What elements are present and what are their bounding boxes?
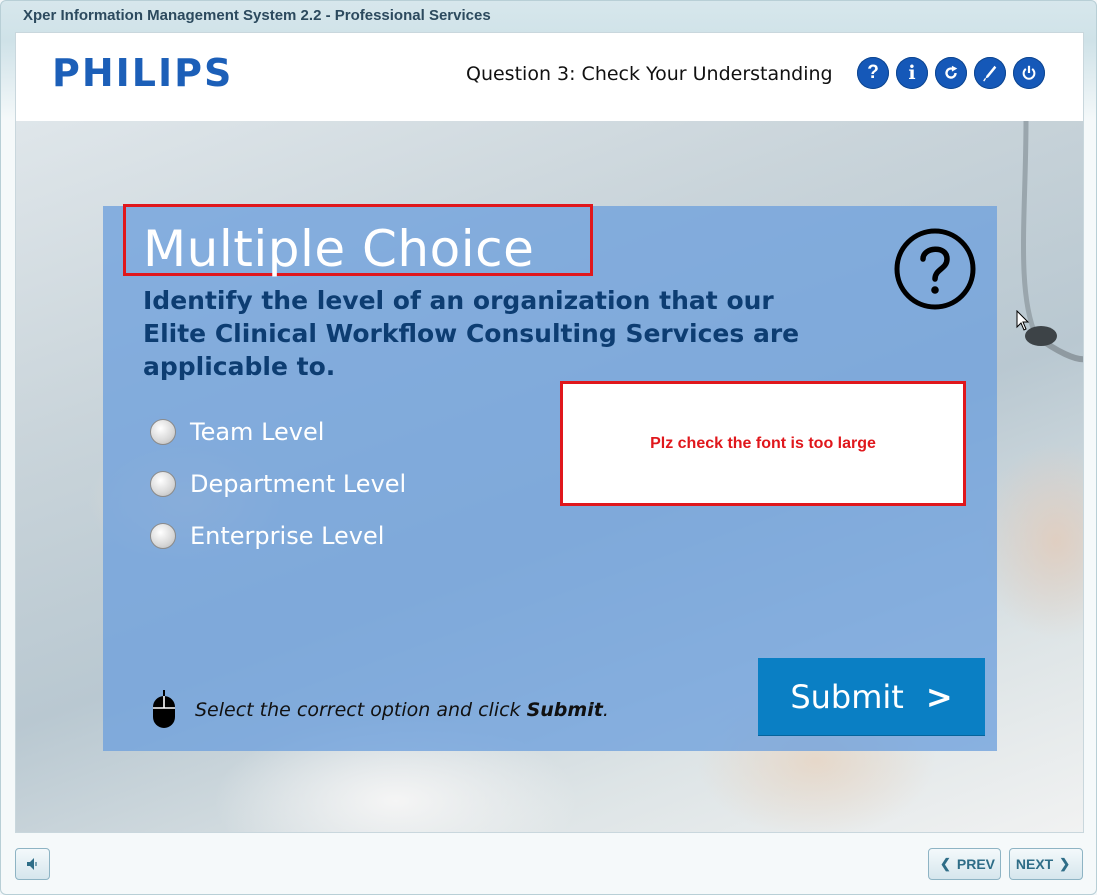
quiz-heading: Multiple Choice	[143, 220, 535, 278]
help-button[interactable]: ?	[857, 57, 889, 89]
submit-button[interactable]: Submit >	[758, 658, 985, 735]
power-icon	[1022, 65, 1036, 80]
volume-button[interactable]	[15, 848, 50, 880]
course-frame: PHILIPS Question 3: Check Your Understan…	[15, 32, 1084, 833]
next-button[interactable]: NEXT ❯	[1009, 848, 1083, 880]
stethoscope-image	[1021, 121, 1083, 363]
chevron-right-icon: >	[925, 677, 953, 716]
option-label: Team Level	[190, 418, 325, 446]
chevron-right-icon: ❯	[1059, 856, 1071, 871]
info-icon: i	[908, 62, 916, 84]
mouse-pointer-icon	[1016, 310, 1030, 331]
submit-label: Submit	[790, 677, 904, 716]
option-team-level[interactable]: Team Level	[150, 406, 406, 458]
speaker-icon	[26, 858, 37, 870]
replay-icon	[945, 65, 958, 79]
pen-button[interactable]	[974, 57, 1006, 89]
question-title: Question 3: Check Your Understanding	[466, 63, 833, 85]
review-note-box: Plz check the font is too large	[560, 381, 966, 506]
next-label: NEXT	[1015, 856, 1054, 872]
exit-button[interactable]	[1013, 57, 1045, 89]
app-window: Xper Information Management System 2.2 -…	[0, 0, 1097, 895]
question-text: Identify the level of an organization th…	[143, 286, 800, 381]
radio-button[interactable]	[150, 523, 176, 549]
question-mark-icon	[894, 228, 976, 310]
option-department-level[interactable]: Department Level	[150, 458, 406, 510]
prev-button[interactable]: ❮ PREV	[928, 848, 1001, 880]
prev-label: PREV	[956, 856, 996, 872]
answer-options: Team Level Department Level Enterprise L…	[150, 406, 406, 562]
question-icon: ?	[867, 62, 879, 83]
info-button[interactable]: i	[896, 57, 928, 89]
chevron-left-icon: ❮	[939, 856, 951, 871]
quiz-panel: Multiple Choice Identify the level of an…	[103, 204, 997, 751]
pen-icon	[983, 65, 997, 82]
mouse-icon	[153, 690, 175, 728]
instruction-text: Select the correct option and click Subm…	[195, 699, 609, 721]
course-header: PHILIPS Question 3: Check Your Understan…	[16, 33, 1083, 121]
replay-button[interactable]	[935, 57, 967, 89]
radio-button[interactable]	[150, 471, 176, 497]
philips-logo: PHILIPS	[52, 51, 234, 95]
option-enterprise-level[interactable]: Enterprise Level	[150, 510, 406, 562]
header-toolbar: ? i	[857, 57, 1045, 89]
option-label: Enterprise Level	[190, 522, 385, 550]
radio-button[interactable]	[150, 419, 176, 445]
review-note-text: Plz check the font is too large	[650, 434, 876, 452]
option-label: Department Level	[190, 470, 407, 498]
instruction: Select the correct option and click Subm…	[151, 690, 609, 730]
window-title: Xper Information Management System 2.2 -…	[23, 7, 491, 24]
